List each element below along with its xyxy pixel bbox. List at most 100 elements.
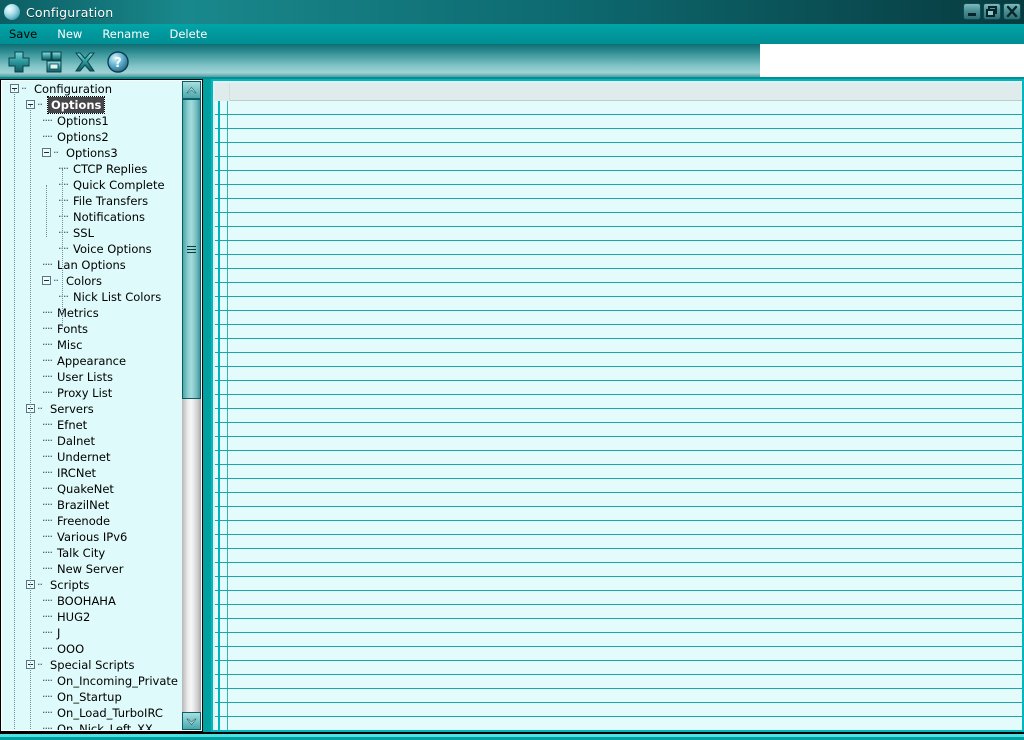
table-row[interactable] bbox=[215, 675, 1022, 689]
row-header-cell[interactable] bbox=[215, 451, 220, 464]
table-row[interactable] bbox=[215, 143, 1022, 157]
restore-button[interactable] bbox=[983, 3, 1001, 20]
table-row[interactable] bbox=[215, 633, 1022, 647]
row-header-cell[interactable] bbox=[215, 703, 220, 716]
row-header-cell[interactable] bbox=[215, 521, 220, 534]
row-header-cell[interactable] bbox=[215, 353, 220, 366]
row-header-cell[interactable] bbox=[215, 577, 220, 590]
tree-item-configuration[interactable]: ·· Configuration bbox=[2, 81, 184, 97]
save-button[interactable] bbox=[38, 48, 66, 76]
table-row[interactable] bbox=[215, 605, 1022, 619]
table-row[interactable] bbox=[215, 283, 1022, 297]
table-row[interactable] bbox=[215, 297, 1022, 311]
table-row[interactable] bbox=[215, 563, 1022, 577]
table-row[interactable] bbox=[215, 437, 1022, 451]
menu-item-new[interactable]: New bbox=[54, 26, 91, 43]
table-row[interactable] bbox=[215, 451, 1022, 465]
table-row[interactable] bbox=[215, 591, 1022, 605]
table-row[interactable] bbox=[215, 353, 1022, 367]
row-header-cell[interactable] bbox=[215, 591, 220, 604]
add-button[interactable] bbox=[5, 48, 33, 76]
row-header-cell[interactable] bbox=[215, 479, 220, 492]
scroll-down-button[interactable] bbox=[182, 712, 201, 730]
table-row[interactable] bbox=[215, 171, 1022, 185]
row-header-cell[interactable] bbox=[215, 185, 220, 198]
tree-scrollbar[interactable] bbox=[182, 81, 201, 730]
row-header-cell[interactable] bbox=[215, 633, 220, 646]
tree-expander-collapse-icon[interactable] bbox=[42, 148, 51, 157]
tree-expander-collapse-icon[interactable] bbox=[42, 276, 51, 285]
scrollbar-track[interactable] bbox=[182, 99, 201, 712]
table-row[interactable] bbox=[215, 549, 1022, 563]
row-header-cell[interactable] bbox=[215, 647, 220, 660]
minimize-button[interactable] bbox=[963, 3, 981, 20]
row-header-cell[interactable] bbox=[215, 115, 220, 128]
settings-grid-panel[interactable] bbox=[211, 79, 1024, 732]
row-header-cell[interactable] bbox=[215, 423, 220, 436]
row-header-cell[interactable] bbox=[215, 549, 220, 562]
row-header-cell[interactable] bbox=[215, 101, 220, 114]
table-row[interactable] bbox=[215, 423, 1022, 437]
row-header-cell[interactable] bbox=[215, 409, 220, 422]
table-row[interactable] bbox=[215, 395, 1022, 409]
table-row[interactable] bbox=[215, 339, 1022, 353]
grid-body[interactable] bbox=[215, 101, 1022, 730]
table-row[interactable] bbox=[215, 717, 1022, 730]
table-row[interactable] bbox=[215, 269, 1022, 283]
row-header-cell[interactable] bbox=[215, 269, 220, 282]
table-row[interactable] bbox=[215, 227, 1022, 241]
row-header-cell[interactable] bbox=[215, 619, 220, 632]
row-header-cell[interactable] bbox=[215, 689, 220, 702]
scrollbar-thumb[interactable] bbox=[182, 99, 201, 400]
row-header-cell[interactable] bbox=[215, 367, 220, 380]
table-row[interactable] bbox=[215, 493, 1022, 507]
table-row[interactable] bbox=[215, 241, 1022, 255]
row-header-cell[interactable] bbox=[215, 717, 220, 730]
row-header-cell[interactable] bbox=[215, 213, 220, 226]
config-tree[interactable]: ·· Configuration ·· Options ···· Options1 ····… bbox=[2, 81, 184, 730]
row-header-cell[interactable] bbox=[215, 563, 220, 576]
grid-corner-cell[interactable] bbox=[215, 83, 230, 101]
table-row[interactable] bbox=[215, 689, 1022, 703]
table-row[interactable] bbox=[215, 465, 1022, 479]
table-row[interactable] bbox=[215, 325, 1022, 339]
grid-header-row[interactable] bbox=[215, 83, 1022, 101]
table-row[interactable] bbox=[215, 521, 1022, 535]
menu-item-save[interactable]: Save bbox=[6, 26, 46, 43]
scroll-up-button[interactable] bbox=[182, 81, 201, 99]
menu-item-rename[interactable]: Rename bbox=[99, 26, 158, 43]
row-header-cell[interactable] bbox=[215, 157, 220, 170]
table-row[interactable] bbox=[215, 199, 1022, 213]
delete-button[interactable] bbox=[71, 48, 99, 76]
table-row[interactable] bbox=[215, 577, 1022, 591]
table-row[interactable] bbox=[215, 185, 1022, 199]
close-button[interactable] bbox=[1003, 3, 1021, 20]
row-header-cell[interactable] bbox=[215, 493, 220, 506]
row-header-cell[interactable] bbox=[215, 661, 220, 674]
table-row[interactable] bbox=[215, 535, 1022, 549]
row-header-cell[interactable] bbox=[215, 675, 220, 688]
row-header-cell[interactable] bbox=[215, 311, 220, 324]
row-header-cell[interactable] bbox=[215, 465, 220, 478]
table-row[interactable] bbox=[215, 703, 1022, 717]
row-header-cell[interactable] bbox=[215, 395, 220, 408]
table-row[interactable] bbox=[215, 311, 1022, 325]
table-row[interactable] bbox=[215, 381, 1022, 395]
table-row[interactable] bbox=[215, 661, 1022, 675]
row-header-cell[interactable] bbox=[215, 283, 220, 296]
table-row[interactable] bbox=[215, 507, 1022, 521]
help-button[interactable]: ? bbox=[104, 48, 132, 76]
row-header-cell[interactable] bbox=[215, 227, 220, 240]
table-row[interactable] bbox=[215, 479, 1022, 493]
table-row[interactable] bbox=[215, 647, 1022, 661]
row-header-cell[interactable] bbox=[215, 339, 220, 352]
table-row[interactable] bbox=[215, 255, 1022, 269]
row-header-cell[interactable] bbox=[215, 325, 220, 338]
row-header-cell[interactable] bbox=[215, 605, 220, 618]
row-header-cell[interactable] bbox=[215, 535, 220, 548]
row-header-cell[interactable] bbox=[215, 437, 220, 450]
table-row[interactable] bbox=[215, 157, 1022, 171]
row-header-cell[interactable] bbox=[215, 241, 220, 254]
row-header-cell[interactable] bbox=[215, 507, 220, 520]
row-header-cell[interactable] bbox=[215, 199, 220, 212]
